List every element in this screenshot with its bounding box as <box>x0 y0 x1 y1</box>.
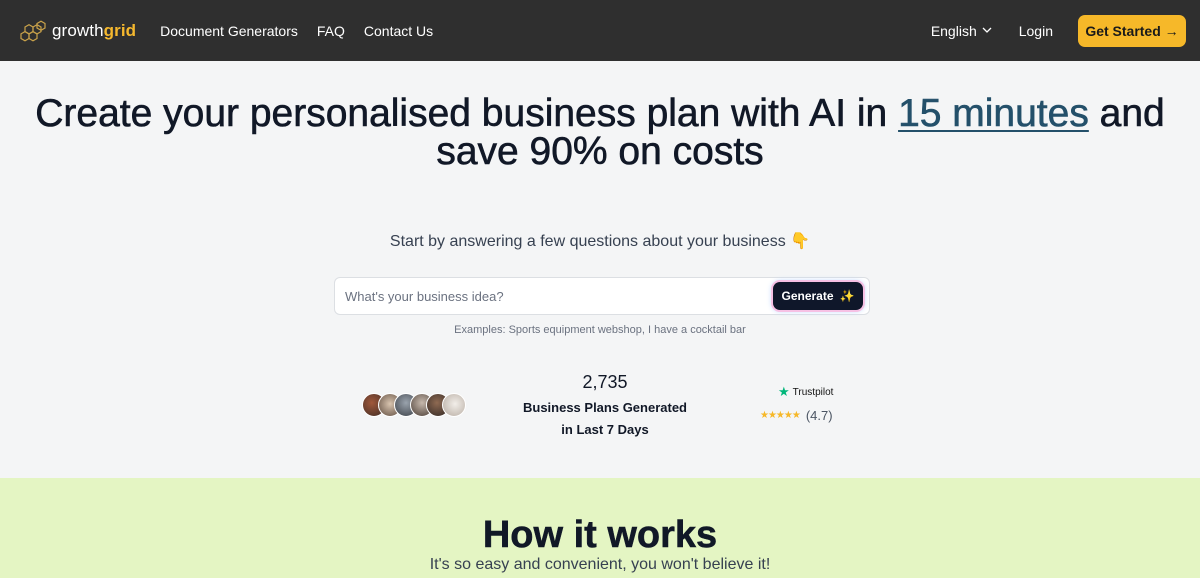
chevron-down-icon <box>982 27 992 33</box>
business-idea-input[interactable] <box>345 288 773 304</box>
login-link[interactable]: Login <box>1019 23 1053 39</box>
avatar <box>442 393 466 417</box>
pointing-down-icon: 👇 <box>790 233 811 250</box>
how-it-works-title: How it works <box>482 514 718 557</box>
hero-title: Create your personalised business plan w… <box>0 92 1200 172</box>
honeycomb-icon <box>20 20 46 41</box>
plans-generated-label-line2: in Last 7 Days <box>561 422 649 437</box>
hero-subtitle: Start by answering a few questions about… <box>0 231 1200 251</box>
plans-generated-label: Business Plans Generated in Last 7 Days <box>505 397 705 441</box>
language-selector[interactable]: English <box>931 23 992 39</box>
get-started-button[interactable]: Get Started → <box>1078 14 1186 47</box>
star-icon: ★ <box>778 384 790 399</box>
hero-title-highlight: 15 minutes <box>898 92 1089 135</box>
nav-links: Document Generators FAQ Contact Us <box>160 23 433 39</box>
trustpilot-score: (4.7) <box>805 408 833 423</box>
top-navbar: growthgrid Document Generators FAQ Conta… <box>0 0 1200 61</box>
user-avatars <box>362 393 466 417</box>
how-it-works-section: How it works It's so easy and convenient… <box>0 478 1200 578</box>
logo-text-growth: growth <box>52 20 104 40</box>
language-label: English <box>930 22 977 39</box>
logo-text-grid: grid <box>103 20 137 40</box>
hero-subtitle-text: Start by answering a few questions about… <box>389 233 786 250</box>
business-idea-search: Generate ✨ <box>334 277 870 315</box>
trustpilot-score-row: ★★★★★ (4.7) <box>760 408 850 423</box>
generate-label: Generate <box>781 289 834 303</box>
plans-generated-count: 2,735 <box>582 372 628 392</box>
logo[interactable]: growthgrid <box>18 19 136 43</box>
trustpilot-name: Trustpilot <box>792 386 834 398</box>
nav-link-faq[interactable]: FAQ <box>317 23 345 39</box>
plans-generated-label-line1: Business Plans Generated <box>522 400 687 415</box>
hero-section: Create your personalised business plan w… <box>0 61 1200 478</box>
nav-link-document-generators[interactable]: Document Generators <box>160 23 298 39</box>
sparkles-icon: ✨ <box>839 289 855 303</box>
nav-link-contact-us[interactable]: Contact Us <box>364 23 433 39</box>
hero-title-part1: Create your personalised business plan w… <box>35 92 899 135</box>
trustpilot-rating[interactable]: ★ Trustpilot ★★★★★ (4.7) <box>760 384 850 423</box>
nav-right: English Login Get Started → <box>931 14 1186 47</box>
plans-generated-stat: 2,735 Business Plans Generated in Last 7… <box>505 369 705 441</box>
logo-text: growthgrid <box>52 21 136 41</box>
examples-text: Examples: Sports equipment webshop, I ha… <box>454 324 746 336</box>
generate-button[interactable]: Generate ✨ <box>773 282 863 310</box>
rating-stars-icon: ★★★★★ <box>760 410 801 421</box>
how-it-works-subtitle: It's so easy and convenient, you won't b… <box>429 556 771 573</box>
trustpilot-brand: ★ Trustpilot <box>778 384 850 400</box>
